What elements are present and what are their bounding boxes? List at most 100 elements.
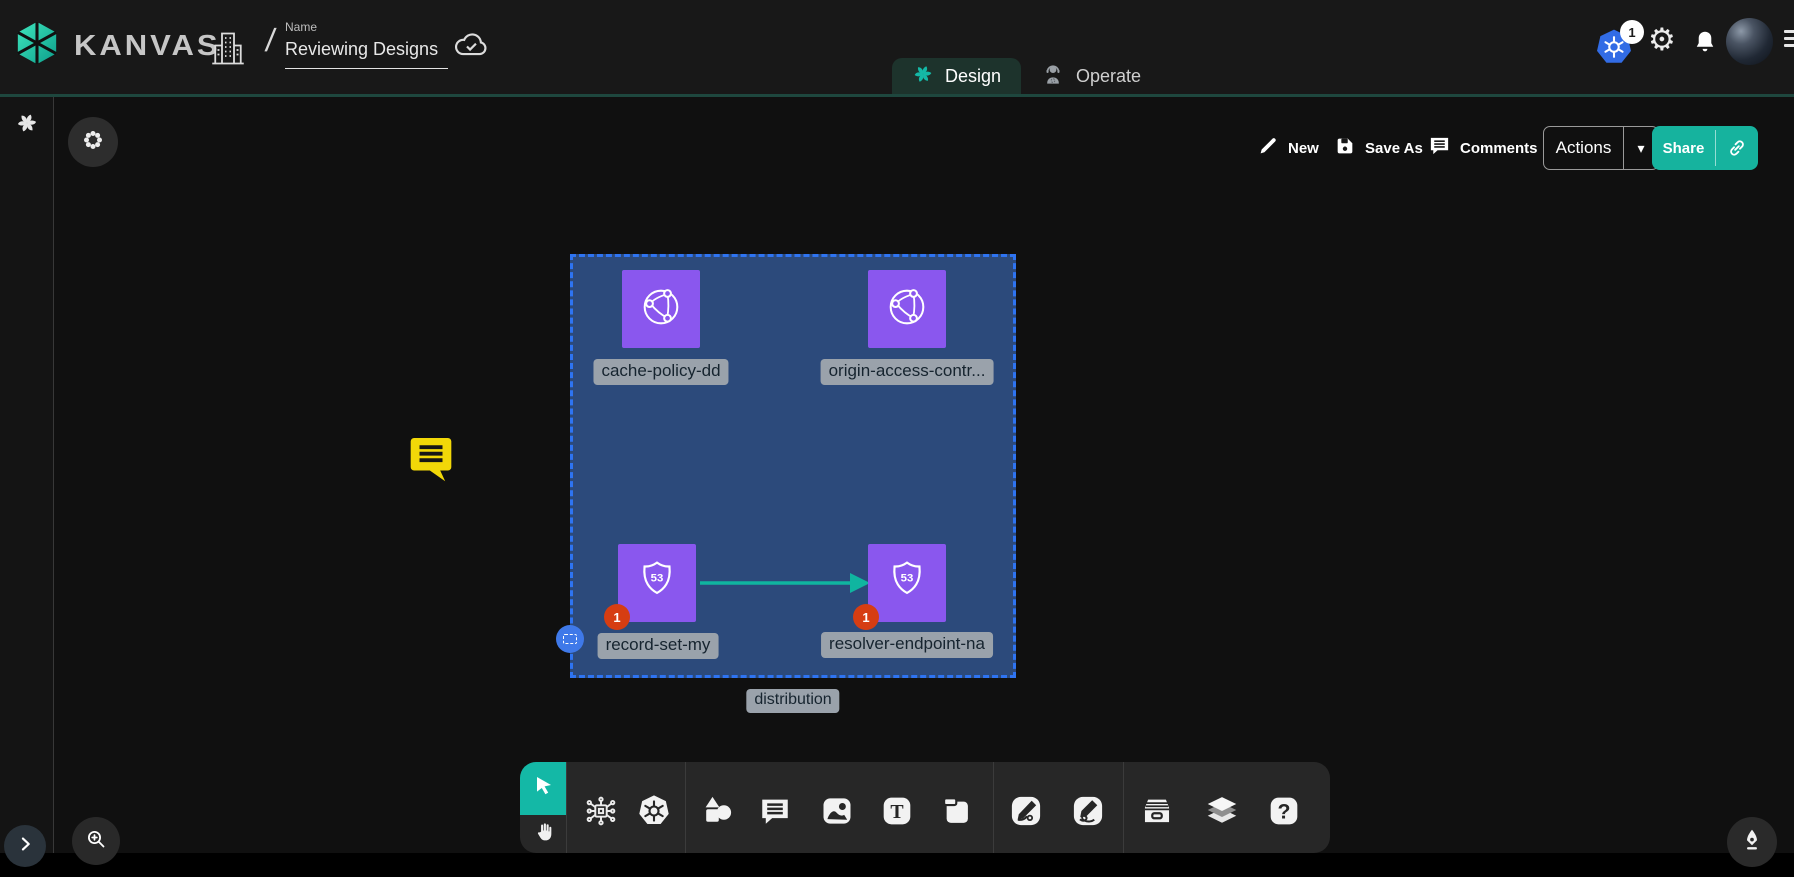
route53-shield-icon: 53	[881, 555, 933, 612]
dashed-rect-icon	[563, 634, 577, 644]
pen-mode-button[interactable]	[1727, 817, 1777, 867]
chevron-right-icon	[15, 834, 35, 859]
text-tool-icon: T	[880, 794, 914, 833]
header-divider	[0, 94, 1794, 97]
tool-sticky-note[interactable]	[937, 794, 975, 832]
svg-text:53: 53	[651, 572, 664, 584]
comment-tool-icon	[758, 794, 792, 833]
name-field-label: Name	[285, 20, 448, 34]
circuit-chip-icon	[583, 793, 619, 834]
tool-pen-path[interactable]	[1007, 794, 1045, 832]
svg-text:T: T	[890, 801, 903, 823]
comments-button[interactable]: Comments	[1428, 128, 1538, 168]
comment-bubble-icon	[1428, 134, 1451, 162]
kanvas-logo[interactable]: KANVAS	[14, 20, 221, 71]
node-record-set[interactable]: 53	[618, 544, 696, 622]
save-as-label: Save As	[1365, 140, 1423, 157]
share-button[interactable]: Share	[1652, 126, 1758, 170]
notifications-bell-icon[interactable]	[1692, 28, 1718, 61]
node-label-resolver-endpoint[interactable]: resolver-endpoint-na	[821, 632, 993, 658]
tool-comment[interactable]	[756, 794, 794, 832]
tool-infrastructure[interactable]	[582, 794, 620, 832]
design-name-field: Name	[285, 20, 448, 69]
mode-tabs: Design Operate	[892, 58, 1161, 94]
dock-divider	[1123, 762, 1124, 853]
dock-divider	[993, 762, 994, 853]
tool-select[interactable]	[520, 762, 567, 815]
hand-icon	[533, 821, 555, 848]
tool-archive[interactable]	[1138, 794, 1176, 832]
actions-button[interactable]: Actions ▾	[1543, 126, 1659, 170]
app-root: KANVAS / Name	[0, 0, 1794, 877]
tool-shapes[interactable]	[698, 794, 736, 832]
pencil-draw-icon	[1070, 793, 1106, 834]
design-name-input[interactable]	[285, 37, 448, 69]
tool-pan[interactable]	[520, 815, 567, 853]
tool-image[interactable]	[818, 794, 856, 832]
cursor-arrow-icon	[532, 774, 556, 803]
cloudfront-globe-icon	[880, 280, 934, 339]
dock-divider	[685, 762, 686, 853]
tab-operate[interactable]: Operate	[1021, 58, 1161, 94]
canvas-comment-marker[interactable]	[408, 434, 454, 491]
new-button[interactable]: New	[1258, 128, 1319, 168]
node-label-record-set[interactable]: record-set-my	[598, 633, 719, 659]
node-resolver-endpoint[interactable]: 53	[868, 544, 946, 622]
pen-nib-icon	[1739, 827, 1765, 858]
group-select-handle[interactable]	[556, 625, 584, 653]
new-label: New	[1288, 140, 1319, 157]
operator-headset-icon	[1041, 62, 1065, 91]
help-icon: ?	[1267, 794, 1301, 833]
image-icon	[819, 793, 855, 834]
tab-design-label: Design	[945, 66, 1001, 87]
zoom-in-button[interactable]	[72, 817, 120, 865]
sidebar-spiral-icon[interactable]	[15, 111, 39, 140]
magnifier-plus-icon	[84, 827, 108, 856]
node-label-cache-policy[interactable]: cache-policy-dd	[593, 359, 728, 385]
svg-text:?: ?	[1278, 799, 1291, 823]
node-label-origin-access-control[interactable]: origin-access-contr...	[821, 359, 994, 385]
issue-badge-resolver-endpoint[interactable]: 1	[853, 604, 879, 630]
shapes-icon	[699, 793, 735, 834]
design-spiral-icon	[912, 63, 934, 90]
logo-text: KANVAS	[74, 29, 221, 62]
pen-path-icon	[1008, 793, 1044, 834]
settings-gear-icon[interactable]: ⚙	[1648, 24, 1676, 55]
bottom-edge-strip	[0, 853, 1794, 877]
flower-icon	[81, 128, 105, 157]
user-avatar[interactable]	[1726, 18, 1773, 65]
svg-text:53: 53	[901, 572, 914, 584]
tool-layers[interactable]	[1203, 794, 1241, 832]
share-label: Share	[1652, 126, 1715, 170]
tool-kubernetes[interactable]	[635, 794, 673, 832]
save-as-button[interactable]: Save As	[1334, 128, 1423, 168]
actions-label: Actions	[1544, 127, 1623, 169]
group-label-distribution[interactable]: distribution	[746, 689, 839, 713]
tool-text[interactable]: T	[878, 794, 916, 832]
issue-badge-record-set[interactable]: 1	[604, 604, 630, 630]
top-bar: KANVAS / Name	[0, 0, 1794, 94]
organization-icon[interactable]	[210, 27, 246, 72]
cloudfront-globe-icon	[634, 280, 688, 339]
sticky-note-icon	[939, 794, 973, 833]
breadcrumb-slash: /	[263, 22, 277, 59]
tool-help[interactable]: ?	[1265, 794, 1303, 832]
expand-sidebar-button[interactable]	[4, 825, 46, 867]
tab-design[interactable]: Design	[892, 58, 1021, 94]
share-link-icon[interactable]	[1716, 126, 1758, 170]
node-origin-access-control[interactable]	[868, 270, 946, 348]
overflow-menu-icon[interactable]	[1784, 30, 1794, 51]
tool-pencil-draw[interactable]	[1069, 794, 1107, 832]
pencil-icon	[1258, 135, 1279, 161]
layers-icon	[1203, 792, 1241, 835]
left-sidebar-rail	[0, 97, 54, 853]
node-cache-policy[interactable]	[622, 270, 700, 348]
archive-drawer-icon	[1138, 792, 1176, 835]
tab-operate-label: Operate	[1076, 66, 1141, 87]
comments-label: Comments	[1460, 140, 1538, 157]
tool-dock: T	[520, 762, 1330, 853]
kubernetes-count-badge: 1	[1620, 20, 1644, 44]
cloud-saved-icon	[452, 27, 490, 66]
kubernetes-helm-icon	[636, 793, 672, 834]
canvas-options-button[interactable]	[68, 117, 118, 167]
